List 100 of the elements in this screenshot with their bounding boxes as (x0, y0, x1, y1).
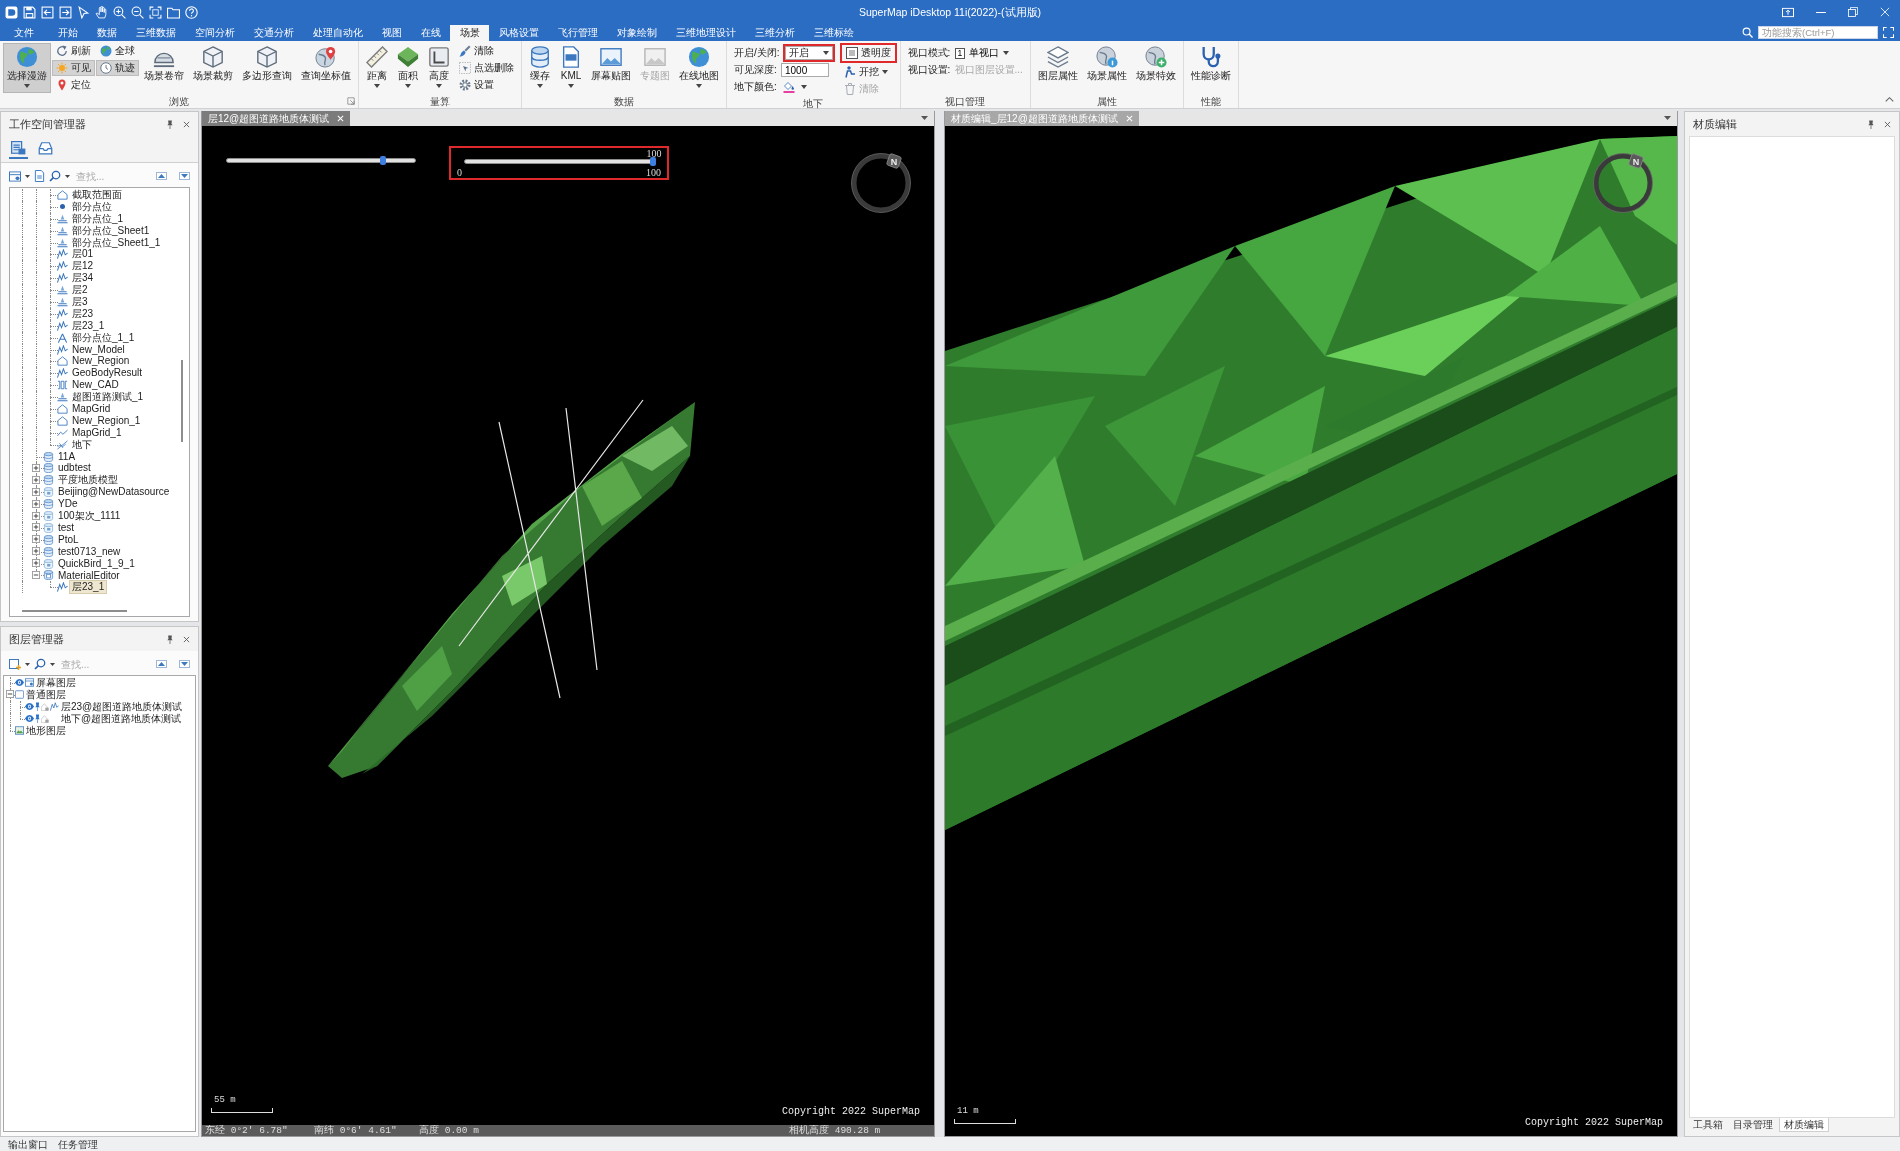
panel-tab[interactable] (9, 139, 28, 159)
pushpin-icon[interactable] (35, 702, 40, 712)
ribbon-button[interactable]: 距离 (362, 43, 392, 93)
help-icon[interactable] (185, 5, 198, 19)
move-down-button[interactable] (179, 172, 190, 180)
ribbon-button[interactable]: KML (556, 43, 586, 93)
house-lock-icon[interactable] (41, 702, 49, 711)
ribbon-button[interactable]: 清除 (455, 43, 518, 59)
tree-item[interactable]: MapGrid_1 (70, 426, 124, 439)
frame-icon[interactable] (149, 5, 162, 19)
eye-icon[interactable] (15, 679, 24, 687)
close-icon[interactable] (1884, 120, 1891, 128)
tree-item[interactable]: 截取范围面 (70, 189, 124, 201)
slider-thumb[interactable] (380, 156, 387, 165)
ribbon-button[interactable]: 全球 (96, 43, 139, 59)
collapse-icon[interactable] (6, 690, 14, 699)
restore-icon[interactable] (1848, 7, 1858, 17)
scrollbar-thumb[interactable] (22, 610, 127, 612)
ribbon-button[interactable]: 场景特效 (1131, 43, 1180, 93)
expand-icon[interactable] (32, 499, 40, 508)
cursor-icon[interactable] (77, 5, 90, 19)
ribbon-button[interactable]: 场景卷帘 (140, 43, 188, 93)
caret-icon[interactable] (25, 662, 30, 666)
zoom-in-icon[interactable] (113, 5, 126, 19)
house-lock-icon[interactable] (41, 714, 49, 723)
tree-item[interactable]: MapGrid (70, 403, 113, 415)
zoom-out-icon[interactable] (131, 5, 144, 19)
layer-item[interactable]: 普通图层 (25, 688, 67, 701)
expand-icon[interactable] (32, 559, 40, 568)
ribbon-button[interactable]: 多边形查询 (238, 43, 296, 93)
panel-tab[interactable]: 目录管理 (1729, 1118, 1777, 1132)
tree-item[interactable]: 11A (56, 450, 78, 463)
caret-icon[interactable] (50, 662, 55, 666)
tree-item[interactable]: 100架次_1111 (56, 510, 123, 522)
color-picker[interactable] (781, 80, 809, 94)
input-field[interactable]: 1000 (781, 63, 829, 77)
panel-tab[interactable]: 工具箱 (1689, 1118, 1727, 1132)
ribbon-button[interactable]: 在线地图 (675, 43, 723, 93)
chevron-up-icon[interactable] (1885, 97, 1894, 102)
caret-icon[interactable] (25, 174, 30, 178)
move-up-button[interactable] (156, 172, 167, 180)
tree-item[interactable]: 层23_1 (70, 319, 107, 332)
caret-icon[interactable] (65, 174, 70, 178)
tree-item[interactable]: 部分点位_Sheet1 (70, 224, 152, 237)
menu-tab[interactable]: 空间分析 (185, 25, 244, 41)
tree-item[interactable]: QuickBird_1_9_1 (56, 557, 137, 570)
menu-tab[interactable]: 文件 (0, 25, 48, 41)
close-icon[interactable] (183, 120, 190, 128)
tree-item[interactable]: GeoBodyResult (70, 367, 145, 380)
tree-item[interactable]: New_Model (70, 343, 127, 356)
collapse-icon[interactable] (32, 571, 40, 579)
layer-item[interactable]: 地形图层 (25, 724, 67, 737)
menu-tab[interactable]: 数据 (87, 25, 126, 41)
tree-item[interactable]: 层34 (70, 272, 96, 285)
layer-item[interactable]: 屏幕图层 (35, 677, 77, 689)
tree-item[interactable]: 部分点位_Sheet1_1 (70, 236, 163, 249)
caret-icon[interactable] (921, 116, 928, 120)
menu-tab[interactable]: 处理自动化 (303, 25, 372, 41)
menu-tab[interactable]: 三维分析 (745, 25, 804, 41)
expand-icon[interactable] (32, 547, 40, 556)
tree-item[interactable]: 层2 (70, 284, 90, 297)
tree-item[interactable]: 超图道路测试_1 (70, 391, 146, 404)
document-tab[interactable]: 层12@超图道路地质体测试 (202, 111, 351, 126)
bottom-tab[interactable]: 任务管理 (54, 1137, 102, 1151)
tree-item[interactable]: 层3 (70, 296, 90, 308)
dialog-launcher-icon[interactable] (347, 97, 355, 105)
scrollbar-thumb[interactable] (181, 360, 183, 442)
box-arrow-icon[interactable] (41, 5, 54, 19)
save-icon[interactable] (23, 5, 36, 19)
tree-item[interactable]: 平度地质模型 (56, 474, 120, 487)
slider-track[interactable] (226, 158, 416, 163)
expand-icon[interactable] (32, 523, 40, 532)
search-field[interactable]: 功能搜索(Ctrl+F) (1758, 26, 1878, 39)
move-up-button[interactable] (156, 660, 167, 668)
compass-icon[interactable] (851, 152, 911, 213)
box-arrow-icon[interactable] (59, 5, 72, 19)
tree-item[interactable]: test0713_new (56, 545, 123, 558)
tree-item[interactable]: 层23 (70, 307, 96, 320)
pushpin-icon[interactable] (35, 714, 40, 724)
tree-item[interactable]: New_Region_1 (70, 414, 143, 427)
viewport-mode-dropdown[interactable]: 1 单视口 (954, 47, 1010, 59)
search-field[interactable]: 查找... (59, 657, 115, 671)
layer-item[interactable]: 地下@超图道路地质体测试 (60, 712, 183, 725)
caret-icon[interactable] (1664, 116, 1671, 120)
ribbon-button[interactable]: 缓存 (525, 43, 555, 93)
tree-item[interactable]: 层12 (70, 260, 96, 273)
tree-item[interactable]: MaterialEditor (56, 569, 122, 582)
scene-viewport[interactable]: 100 0 100 N 55 m Copyright 2022 SuperMap (202, 126, 934, 1125)
search-icon[interactable] (49, 170, 61, 182)
ribbon-button[interactable]: 点选删除 (455, 60, 518, 76)
expand-icon[interactable] (32, 487, 40, 496)
ribbon-button[interactable]: 透明度 (841, 45, 895, 61)
tree-item[interactable]: 层01 (70, 248, 96, 261)
tree-item[interactable]: 层23_1 (70, 581, 107, 594)
menu-tab[interactable]: 三维地理设计 (666, 25, 745, 41)
bottom-tab[interactable]: 输出窗口 (4, 1137, 52, 1151)
tree-item[interactable]: New_Region (70, 355, 132, 368)
ribbon-button[interactable]: 轨迹 (96, 60, 139, 76)
expand-icon[interactable] (32, 511, 40, 520)
ribbon-button[interactable]: 刷新 (52, 43, 95, 59)
